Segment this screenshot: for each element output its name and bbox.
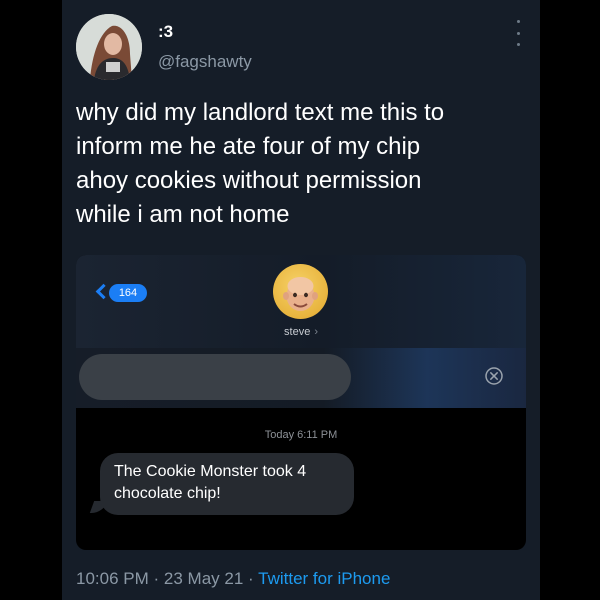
meta-separator: ·	[153, 569, 160, 588]
author-display-name[interactable]: :3	[158, 22, 173, 42]
clear-icon[interactable]	[484, 366, 504, 386]
author-photo	[76, 14, 142, 80]
message-timestamp: Today 6:11 PM	[264, 429, 338, 441]
contact-chevron-icon: ›	[314, 326, 318, 338]
message-input-field[interactable]	[79, 354, 351, 400]
tweet-date[interactable]: 23 May 21	[164, 569, 243, 588]
message-search-row	[76, 348, 526, 408]
contact-name[interactable]: steve ›	[76, 326, 526, 338]
embedded-screenshot[interactable]: 164 steve › Today 6:11 PM The Cookie Mon…	[76, 255, 526, 550]
clear-icon-glyph	[485, 367, 503, 385]
contact-name-text: steve	[284, 326, 311, 338]
author-handle[interactable]: @fagshawty	[158, 52, 252, 72]
imessage-header: 164 steve ›	[76, 255, 526, 348]
tweet-text-line: ahoy cookies without permission	[76, 167, 422, 194]
tweet-meta: 10:06 PM · 23 May 21 · Twitter for iPhon…	[76, 569, 390, 589]
unread-count-badge[interactable]: 164	[109, 284, 147, 302]
tweet-card: :3 @fagshawty why did my landlord text m…	[62, 0, 540, 600]
tweet-source-link[interactable]: Twitter for iPhone	[258, 569, 390, 588]
author-avatar[interactable]	[76, 14, 142, 80]
meta-separator: ·	[248, 569, 254, 588]
tweet-text-line: while i am not home	[76, 201, 290, 228]
tweet-text-line: why did my landlord text me this to	[76, 99, 445, 126]
tweet-text: why did my landlord text me this to info…	[76, 96, 526, 232]
tweet-text-line: inform me he ate four of my chip	[76, 133, 421, 160]
tweet-time[interactable]: 10:06 PM	[76, 569, 149, 588]
message-line: The Cookie Monster took 4	[114, 463, 307, 480]
message-bubble[interactable]: The Cookie Monster took 4 chocolate chip…	[100, 453, 354, 515]
memoji-face-icon	[283, 277, 318, 311]
more-options-icon[interactable]	[510, 20, 526, 46]
memoji-avatar[interactable]	[273, 264, 328, 319]
message-line: chocolate chip!	[114, 485, 221, 502]
